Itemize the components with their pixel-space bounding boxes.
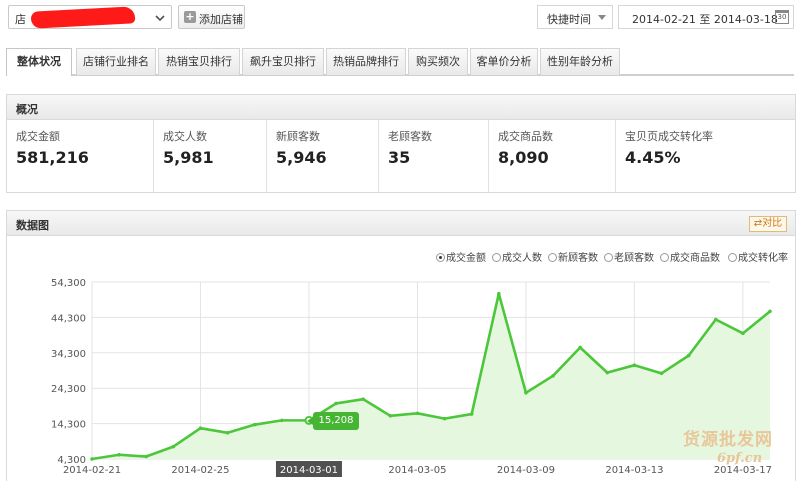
data-point <box>496 291 501 296</box>
data-point <box>225 430 230 435</box>
data-point <box>741 331 745 336</box>
data-point <box>469 412 474 416</box>
data-point <box>334 401 338 406</box>
data-point <box>632 363 637 368</box>
data-point <box>578 345 583 350</box>
y-tick-label: 24,300 <box>51 384 86 395</box>
y-tick-label: 44,300 <box>51 313 86 324</box>
y-tick-label: 34,300 <box>51 349 86 360</box>
x-tick-label: 2014-03-05 <box>388 465 446 476</box>
x-tick-label: 2014-03-13 <box>605 465 663 476</box>
data-point <box>415 411 420 416</box>
data-point <box>524 390 528 395</box>
sales-area-chart: 4,30014,30024,30034,30044,30054,3002014-… <box>51 278 772 477</box>
data-point <box>117 452 121 457</box>
x-tick-label: 2014-03-01 <box>280 465 338 476</box>
y-tick-label: 14,300 <box>51 420 86 431</box>
y-tick-label: 54,300 <box>51 278 86 289</box>
data-point <box>144 454 149 459</box>
x-tick-label: 2014-02-21 <box>63 465 121 476</box>
data-point <box>198 426 203 431</box>
data-point <box>279 418 284 423</box>
watermark-line2: 6pf.cn <box>717 451 763 466</box>
data-point <box>90 457 94 461</box>
data-point <box>686 353 691 358</box>
data-point <box>388 413 393 418</box>
data-point <box>252 422 257 427</box>
data-point <box>361 397 366 402</box>
watermark-line1: 货源批发网 <box>683 430 773 450</box>
data-point <box>171 444 176 449</box>
data-point <box>659 371 664 376</box>
data-point <box>442 416 447 421</box>
data-point <box>768 309 772 314</box>
watermark: 货源批发网 6pf.cn <box>677 425 797 477</box>
chart-tooltip: 15,208 <box>307 412 359 430</box>
x-tick-label: 2014-03-09 <box>497 465 555 476</box>
data-point <box>605 370 610 375</box>
x-tick-label: 2014-02-25 <box>171 465 229 476</box>
data-point <box>551 373 555 378</box>
data-point <box>713 317 718 322</box>
